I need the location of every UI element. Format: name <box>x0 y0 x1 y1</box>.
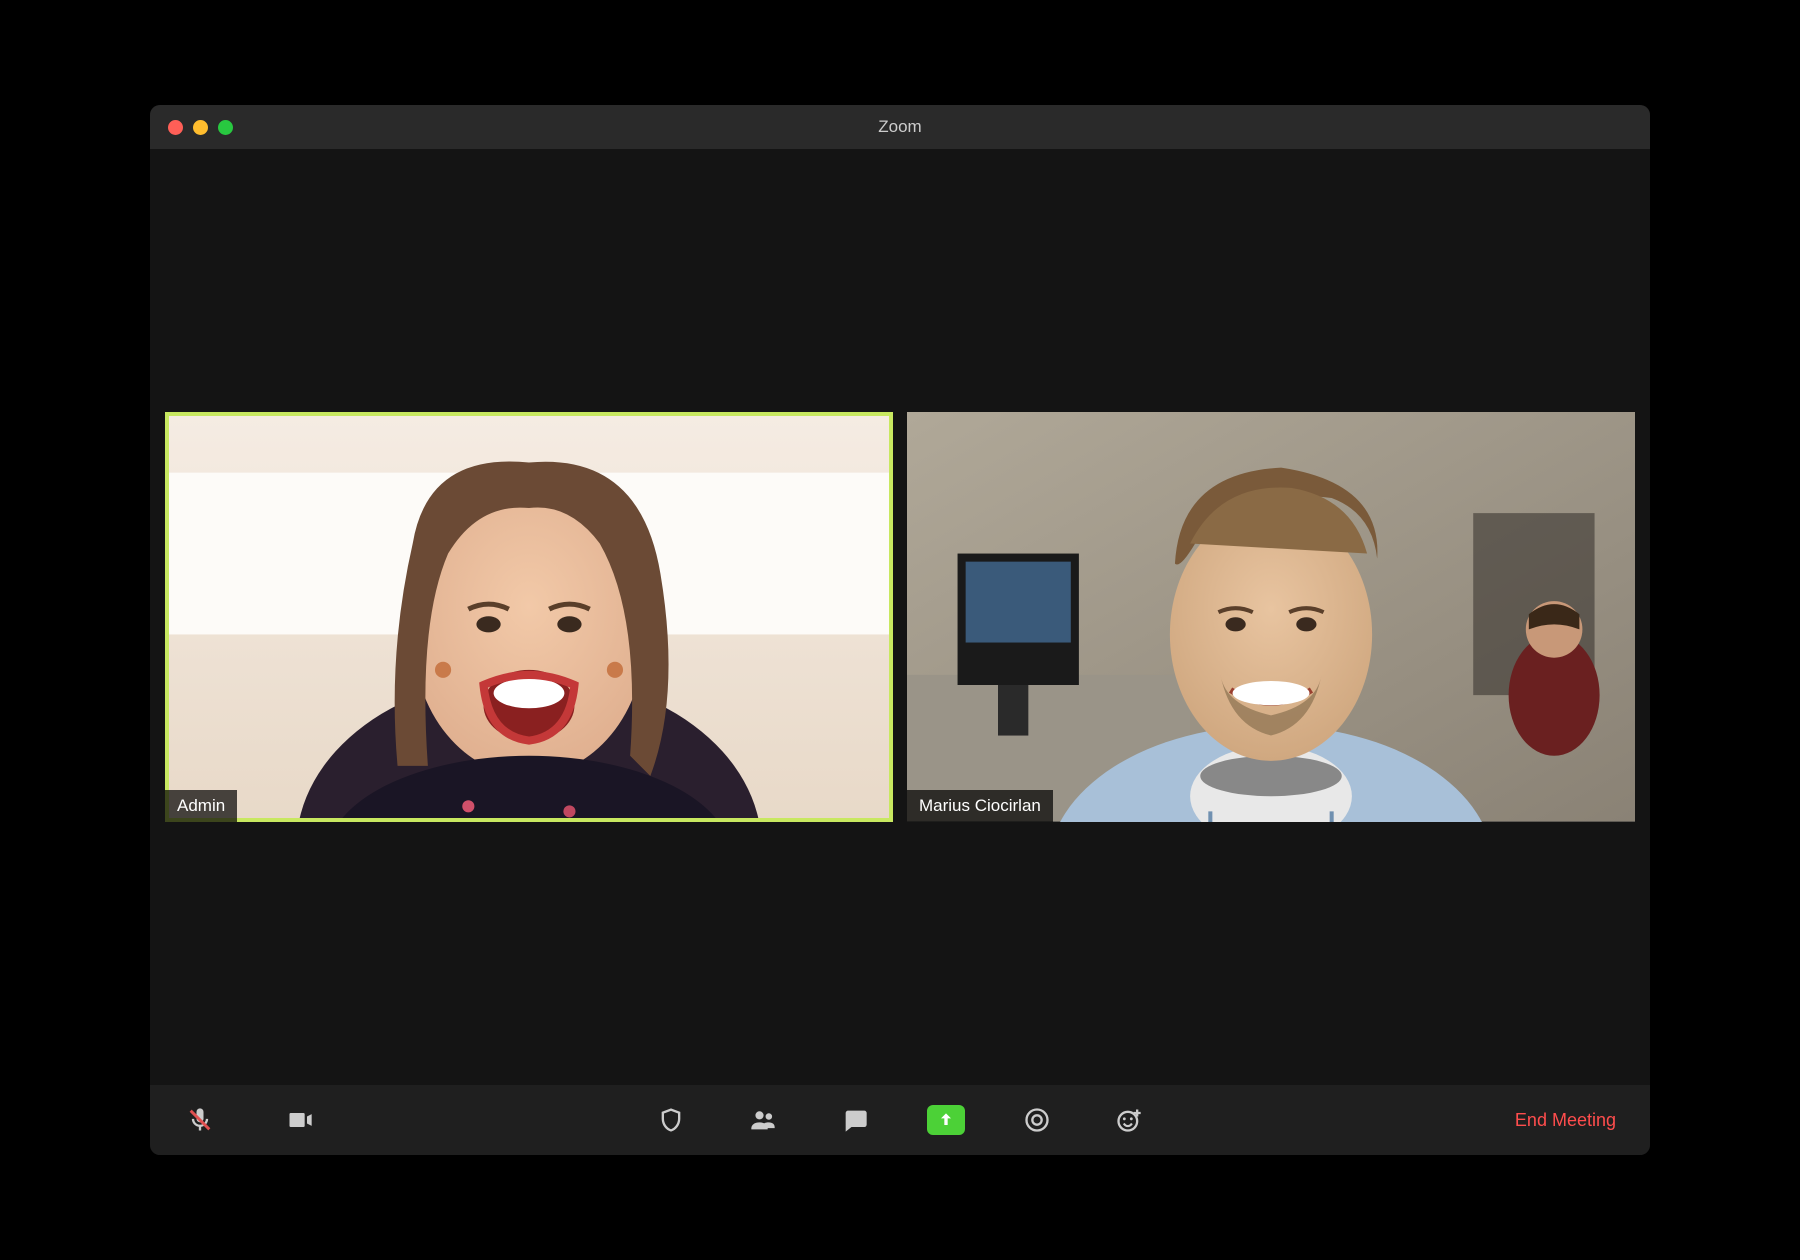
share-arrow-up-icon <box>936 1110 956 1130</box>
end-meeting-button[interactable]: End Meeting <box>1511 1102 1620 1139</box>
video-grid: Admin <box>165 412 1635 822</box>
participant-video-placeholder <box>907 412 1635 822</box>
security-button[interactable] <box>651 1100 691 1140</box>
participants-button[interactable] <box>743 1100 783 1140</box>
people-icon <box>749 1106 777 1134</box>
record-button[interactable] <box>1017 1100 1057 1140</box>
video-button[interactable] <box>280 1100 320 1140</box>
participant-name-tag: Marius Ciocirlan <box>907 790 1053 822</box>
video-tile-admin[interactable]: Admin <box>165 412 893 822</box>
chat-bubble-icon <box>841 1106 869 1134</box>
minimize-window-button[interactable] <box>193 120 208 135</box>
video-tile-marius[interactable]: Marius Ciocirlan <box>907 412 1635 822</box>
reactions-button[interactable] <box>1109 1100 1149 1140</box>
chat-button[interactable] <box>835 1100 875 1140</box>
close-window-button[interactable] <box>168 120 183 135</box>
participant-video-placeholder <box>165 412 893 822</box>
meeting-toolbar: End Meeting <box>150 1085 1650 1155</box>
toolbar-right-group: End Meeting <box>1511 1102 1620 1139</box>
record-circle-icon <box>1023 1106 1051 1134</box>
zoom-window: Zoom <box>150 105 1650 1155</box>
smiley-plus-icon <box>1115 1106 1143 1134</box>
meeting-content: Admin <box>150 149 1650 1085</box>
traffic-lights <box>150 120 233 135</box>
toolbar-left-group <box>180 1100 320 1140</box>
window-title: Zoom <box>878 117 921 137</box>
share-screen-button[interactable] <box>927 1105 965 1135</box>
toolbar-center-group <box>651 1100 1149 1140</box>
titlebar[interactable]: Zoom <box>150 105 1650 149</box>
maximize-window-button[interactable] <box>218 120 233 135</box>
mute-button[interactable] <box>180 1100 220 1140</box>
participant-name-tag: Admin <box>165 790 237 822</box>
shield-icon <box>657 1106 685 1134</box>
video-camera-icon <box>286 1106 314 1134</box>
microphone-muted-icon <box>186 1106 214 1134</box>
